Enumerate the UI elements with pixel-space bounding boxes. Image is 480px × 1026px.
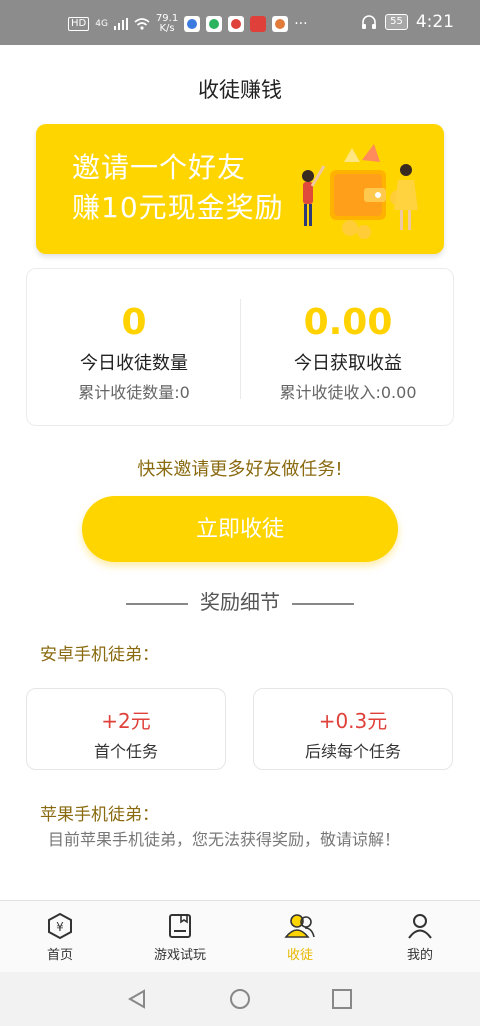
reward-card-subsequent-task: +0.3元 后续每个任务 [253, 688, 453, 770]
stat-label: 今日获取收益 [294, 353, 402, 374]
banner-line-1: 邀请一个好友 [72, 151, 247, 184]
reward-card-first-task: +2元 首个任务 [26, 688, 226, 770]
wifi-icon [134, 18, 150, 30]
system-nav-bar [0, 972, 480, 1026]
stat-today-apprentices: 0 今日收徒数量 累计收徒数量:0 [27, 269, 241, 427]
invite-now-button[interactable]: 立即收徒 [82, 496, 398, 562]
app-icon-3 [228, 16, 245, 32]
stat-sub: 累计收徒收入:0.00 [279, 383, 417, 402]
more-icon: ··· [294, 16, 308, 32]
page-title: 收徒赚钱 [198, 78, 282, 102]
signal-label: 4G [95, 19, 108, 29]
reward-value: +0.3元 [318, 709, 388, 733]
hd-badge: HD [68, 17, 90, 31]
stat-sub: 累计收徒数量:0 [78, 383, 190, 402]
tab-label: 游戏试玩 [153, 948, 206, 963]
stat-value: 0 [121, 302, 147, 343]
bottom-tab-bar: ¥ 首页 游戏试玩 收徒 我的 [0, 900, 480, 972]
tab-recruit[interactable]: 收徒 [240, 901, 360, 972]
tab-label: 收徒 [286, 948, 313, 963]
app-icon-4 [250, 16, 267, 32]
tab-game-trial[interactable]: 游戏试玩 [120, 901, 240, 972]
banner-line-2: 赚10元现金奖励 [72, 191, 284, 224]
tab-label: 我的 [406, 948, 433, 963]
reward-value: +2元 [101, 709, 151, 733]
reward-label: 后续每个任务 [304, 742, 401, 761]
divider [292, 602, 354, 605]
stats-card: 0 今日收徒数量 累计收徒数量:0 0.00 今日获取收益 累计收徒收入:0.0… [26, 268, 454, 426]
stat-value: 0.00 [303, 302, 393, 343]
tab-label: 首页 [46, 948, 73, 963]
home-icon[interactable] [229, 988, 251, 1010]
ios-note: 目前苹果手机徒弟，您无法获得奖励，敬请谅解！ [48, 830, 401, 849]
banner-text: 邀请一个好友 赚10元现金奖励 [72, 148, 284, 228]
ios-title: 苹果手机徒弟： [40, 805, 159, 825]
tab-home[interactable]: ¥ 首页 [0, 901, 120, 972]
game-doc-icon [169, 914, 191, 938]
tab-mine[interactable]: 我的 [360, 901, 480, 972]
stat-label: 今日收徒数量 [80, 353, 188, 374]
app-icon-1 [184, 16, 201, 32]
recents-icon[interactable] [331, 988, 353, 1010]
status-bar: HD 4G 79.1 K/s ··· 55 4:21 [0, 0, 480, 45]
users-icon [284, 914, 315, 938]
yen-shield-icon: ¥ [48, 912, 72, 940]
user-icon [408, 914, 432, 939]
android-title: 安卓手机徒弟： [40, 645, 159, 665]
back-icon[interactable] [126, 988, 148, 1010]
wallet-illustration-icon [302, 144, 418, 239]
svg-text:¥: ¥ [56, 920, 64, 934]
app-icon-5 [272, 16, 289, 32]
stat-today-income: 0.00 今日获取收益 累计收徒收入:0.00 [241, 269, 455, 427]
headphones-icon [362, 15, 377, 29]
signal-icon [113, 18, 128, 30]
status-left: HD 4G 79.1 K/s ··· [68, 14, 308, 34]
reward-label: 首个任务 [93, 742, 158, 761]
app-icon-2 [206, 16, 223, 32]
section-title: 奖励细节 [200, 590, 280, 614]
invite-banner[interactable]: 邀请一个好友 赚10元现金奖励 [36, 124, 444, 254]
status-right: 55 4:21 [361, 12, 454, 32]
net-speed: 79.1 K/s [155, 13, 179, 34]
battery-icon: 55 [385, 14, 408, 30]
section-header: 奖励细节 [0, 586, 480, 615]
divider [126, 602, 188, 605]
invite-prompt: 快来邀请更多好友做任务! [137, 459, 343, 480]
clock: 4:21 [415, 12, 454, 32]
